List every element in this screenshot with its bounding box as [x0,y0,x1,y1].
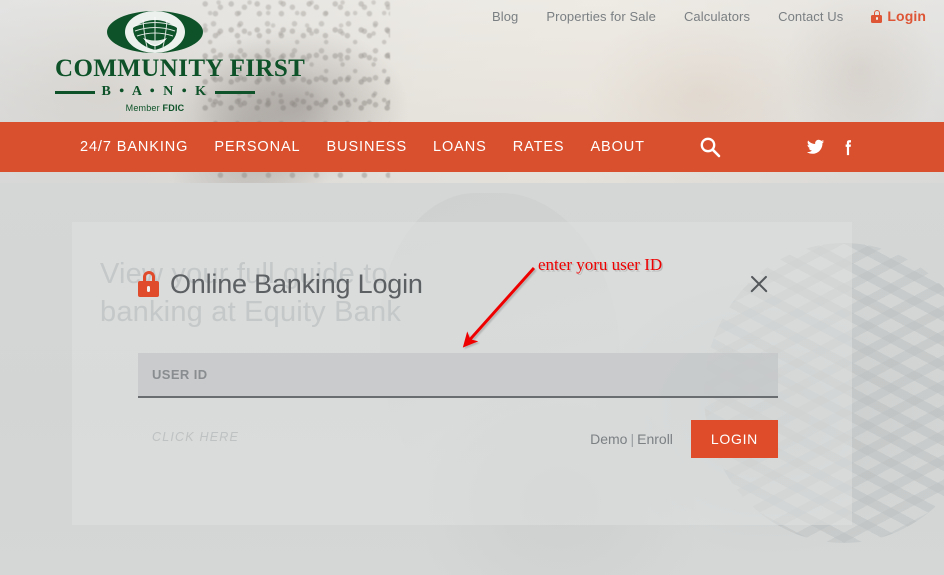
logo-wordmark: COMMUNITY FIRST [55,55,306,82]
page-title: Online Banking Login [170,268,423,299]
logo-subwordmark: B • A • N • K [55,84,256,100]
topbar-link-blog[interactable]: Blog [492,9,518,24]
helper-links: Demo | Enroll [590,431,673,447]
acorn-globe-logo-icon [107,11,203,53]
social-links [806,138,944,157]
close-icon[interactable] [746,271,772,297]
topbar-link-calculators[interactable]: Calculators [684,9,750,24]
demo-link[interactable]: Demo [590,431,627,447]
modal-header: Online Banking Login [138,255,778,313]
user-id-field-wrapper[interactable] [138,353,778,398]
lock-icon [138,271,159,297]
enroll-link[interactable]: Enroll [637,431,673,447]
main-nav-items: 24/7 BANKING PERSONAL BUSINESS LOANS RAT… [0,136,721,158]
main-navigation-bar: 24/7 BANKING PERSONAL BUSINESS LOANS RAT… [0,122,944,172]
modal-actions: Demo | Enroll LOGIN [138,420,778,458]
topbar-login-link[interactable]: Login [871,8,926,24]
nav-item-personal[interactable]: PERSONAL [214,139,300,155]
page-root: Blog Properties for Sale Calculators Con… [0,0,944,575]
logo-rule-left [55,90,96,94]
nav-item-247-banking[interactable]: 24/7 BANKING [80,139,188,155]
nav-item-business[interactable]: BUSINESS [327,139,408,155]
login-button[interactable]: LOGIN [690,420,778,458]
logo-rule-right [214,90,256,94]
nav-item-about[interactable]: ABOUT [590,139,644,155]
topbar-login-label: Login [887,8,926,24]
user-id-input[interactable] [152,367,764,382]
logo-bank-word: B • A • N • K [101,84,209,100]
search-icon[interactable] [699,136,721,158]
topbar-link-contact-us[interactable]: Contact Us [778,9,843,24]
topbar-link-properties-for-sale[interactable]: Properties for Sale [546,9,656,24]
nav-item-rates[interactable]: RATES [513,139,565,155]
logo-fdic-prefix: Member [125,103,163,114]
helper-separator: | [630,431,635,447]
nav-item-loans[interactable]: LOANS [433,139,487,155]
site-logo[interactable]: COMMUNITY FIRST B • A • N • K Member FDI… [55,10,306,113]
logo-fdic-bold: FDIC [162,103,185,114]
online-banking-login-modal: Online Banking Login Demo|Enroll LOGIN [138,255,778,485]
twitter-icon[interactable] [806,138,825,157]
facebook-icon[interactable] [839,138,858,157]
logo-fdic-line: Member FDIC [55,103,255,113]
lock-icon [871,9,883,23]
